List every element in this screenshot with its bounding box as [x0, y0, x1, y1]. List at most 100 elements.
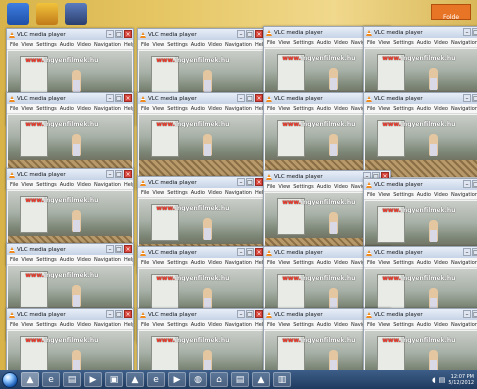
- menu-item-view[interactable]: View: [278, 184, 290, 190]
- menu-item-file[interactable]: File: [367, 192, 375, 198]
- menu-item-video[interactable]: Video: [334, 106, 348, 112]
- menu-item-video[interactable]: Video: [434, 192, 448, 198]
- menu-item-video[interactable]: Video: [77, 182, 91, 188]
- menu-item-file[interactable]: File: [367, 260, 375, 266]
- menu-item-settings[interactable]: Settings: [393, 40, 414, 46]
- minimize-button[interactable]: –: [463, 94, 471, 102]
- menu-item-view[interactable]: View: [378, 40, 390, 46]
- maximize-button[interactable]: □: [246, 94, 254, 102]
- menu-item-view[interactable]: View: [152, 190, 164, 196]
- menu-item-audio[interactable]: Audio: [191, 42, 205, 48]
- close-button[interactable]: ×: [255, 94, 263, 102]
- maximize-button[interactable]: □: [472, 94, 477, 102]
- menu-item-navigation[interactable]: Navigation: [451, 322, 477, 328]
- menu-item-settings[interactable]: Settings: [36, 257, 57, 263]
- menu-item-settings[interactable]: Settings: [167, 106, 188, 112]
- menu-item-file[interactable]: File: [367, 106, 375, 112]
- menu-item-view[interactable]: View: [278, 106, 290, 112]
- menu-item-view[interactable]: View: [152, 42, 164, 48]
- menu-item-file[interactable]: File: [10, 257, 18, 263]
- maximize-button[interactable]: □: [115, 170, 123, 178]
- menu-item-settings[interactable]: Settings: [167, 260, 188, 266]
- menu-item-navigation[interactable]: Navigation: [225, 190, 252, 196]
- menu-item-audio[interactable]: Audio: [417, 40, 431, 46]
- video-area[interactable]: www.ingyenfilmek.hu: [365, 115, 477, 177]
- menu-item-settings[interactable]: Settings: [293, 260, 314, 266]
- menu-item-view[interactable]: View: [378, 322, 390, 328]
- network-icon[interactable]: [65, 3, 87, 25]
- menu-item-view[interactable]: View: [378, 260, 390, 266]
- menu-item-file[interactable]: File: [10, 182, 18, 188]
- menu-item-settings[interactable]: Settings: [393, 322, 414, 328]
- menu-item-video[interactable]: Video: [434, 260, 448, 266]
- maximize-button[interactable]: □: [246, 248, 254, 256]
- menu-item-video[interactable]: Video: [434, 40, 448, 46]
- maximize-button[interactable]: □: [115, 94, 123, 102]
- menu-item-view[interactable]: View: [378, 106, 390, 112]
- taskbar-vlc-icon[interactable]: ▲: [252, 372, 270, 387]
- minimize-button[interactable]: –: [237, 248, 245, 256]
- menu-item-view[interactable]: View: [21, 106, 33, 112]
- menu-item-settings[interactable]: Settings: [36, 106, 57, 112]
- taskbar-folder-icon[interactable]: ▤: [231, 372, 249, 387]
- taskbar-ie-icon[interactable]: e: [42, 372, 60, 387]
- menu-item-navigation[interactable]: Navigation: [94, 182, 121, 188]
- menu-item-navigation[interactable]: Navigation: [225, 42, 252, 48]
- menu-item-settings[interactable]: Settings: [293, 184, 314, 190]
- menu-item-audio[interactable]: Audio: [317, 184, 331, 190]
- menu-item-file[interactable]: File: [141, 42, 149, 48]
- close-button[interactable]: ×: [255, 248, 263, 256]
- video-area[interactable]: www.ingyenfilmek.hu: [8, 331, 132, 370]
- menu-item-file[interactable]: File: [10, 322, 18, 328]
- minimize-button[interactable]: –: [463, 180, 471, 188]
- menu-item-view[interactable]: View: [21, 42, 33, 48]
- menu-item-video[interactable]: Video: [208, 42, 222, 48]
- close-button[interactable]: ×: [124, 170, 132, 178]
- menu-item-view[interactable]: View: [378, 192, 390, 198]
- menu-item-settings[interactable]: Settings: [167, 322, 188, 328]
- menu-item-audio[interactable]: Audio: [60, 106, 74, 112]
- menu-item-file[interactable]: File: [267, 184, 275, 190]
- menu-item-video[interactable]: Video: [208, 322, 222, 328]
- window-titlebar[interactable]: VLC media player–□×: [138, 247, 264, 258]
- taskbar-doc-icon[interactable]: ▥: [273, 372, 291, 387]
- minimize-button[interactable]: –: [463, 310, 471, 318]
- menu-item-help[interactable]: Help: [124, 42, 133, 48]
- clock[interactable]: 12:07 PM 5/12/2012: [448, 374, 474, 386]
- close-button[interactable]: ×: [255, 310, 263, 318]
- minimize-button[interactable]: –: [106, 30, 114, 38]
- window-titlebar[interactable]: VLC media player–□×: [138, 29, 264, 40]
- minimize-button[interactable]: –: [106, 310, 114, 318]
- menu-item-help[interactable]: Help: [124, 257, 133, 263]
- menu-item-video[interactable]: Video: [434, 322, 448, 328]
- menu-item-settings[interactable]: Settings: [167, 42, 188, 48]
- window-titlebar[interactable]: VLC media player–□×: [364, 27, 477, 38]
- minimize-button[interactable]: –: [237, 310, 245, 318]
- menu-item-view[interactable]: View: [152, 322, 164, 328]
- maximize-button[interactable]: □: [472, 310, 477, 318]
- maximize-button[interactable]: □: [472, 248, 477, 256]
- menu-item-video[interactable]: Video: [77, 257, 91, 263]
- menu-item-audio[interactable]: Audio: [60, 257, 74, 263]
- menu-item-audio[interactable]: Audio: [417, 260, 431, 266]
- menu-item-view[interactable]: View: [278, 260, 290, 266]
- menu-item-audio[interactable]: Audio: [60, 42, 74, 48]
- menu-item-help[interactable]: Help: [124, 182, 133, 188]
- vlc-window[interactable]: VLC media player –□× FileViewSettingsAudio…: [6, 308, 134, 370]
- menu-item-settings[interactable]: Settings: [36, 322, 57, 328]
- menu-item-file[interactable]: File: [10, 42, 18, 48]
- menu-item-navigation[interactable]: Navigation: [451, 260, 477, 266]
- network-icon[interactable]: ▤: [439, 376, 446, 384]
- menu-item-file[interactable]: File: [367, 322, 375, 328]
- taskbar-vlc-icon[interactable]: ▲: [21, 372, 39, 387]
- window-titlebar[interactable]: VLC media player–□×: [364, 247, 477, 258]
- minimize-button[interactable]: –: [463, 248, 471, 256]
- menu-item-view[interactable]: View: [21, 257, 33, 263]
- menu-item-view[interactable]: View: [21, 322, 33, 328]
- menu-item-navigation[interactable]: Navigation: [225, 260, 252, 266]
- maximize-button[interactable]: □: [115, 310, 123, 318]
- menu-item-settings[interactable]: Settings: [393, 192, 414, 198]
- menu-item-navigation[interactable]: Navigation: [451, 40, 477, 46]
- menu-item-navigation[interactable]: Navigation: [451, 106, 477, 112]
- menu-item-navigation[interactable]: Navigation: [94, 42, 121, 48]
